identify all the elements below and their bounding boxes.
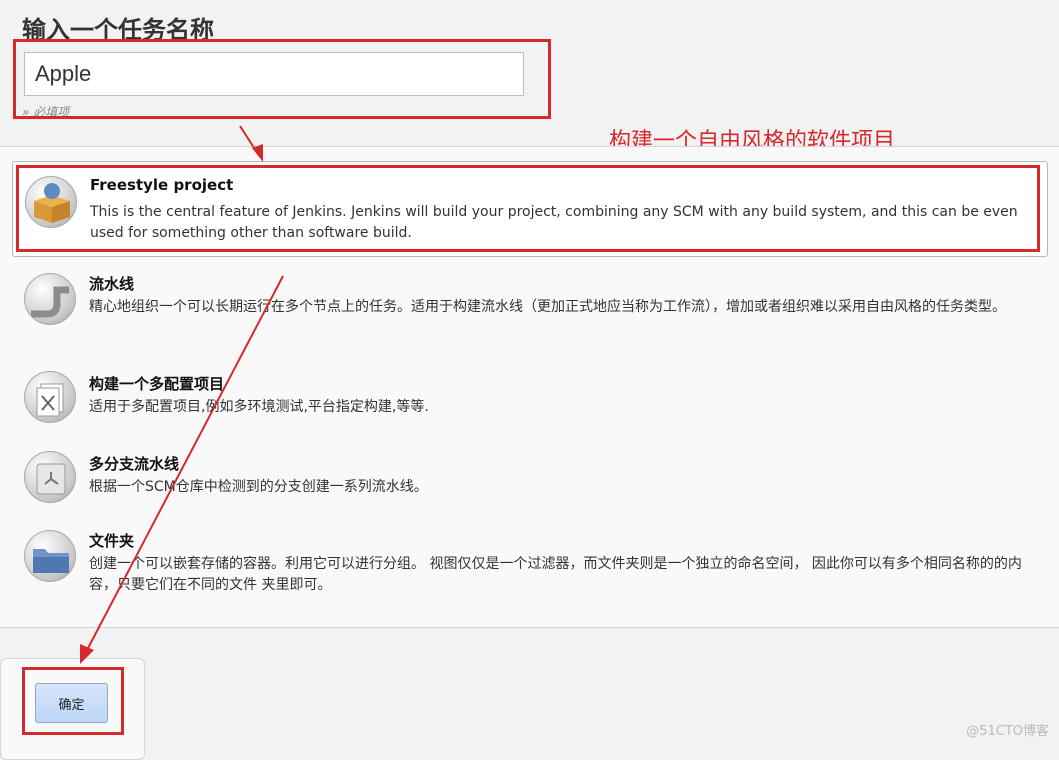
- arrow-head-ok: [80, 644, 94, 664]
- watermark: @51CTO博客: [966, 724, 1049, 739]
- annotation-arrows: [80, 125, 284, 664]
- arrow-to-ok: [85, 275, 284, 653]
